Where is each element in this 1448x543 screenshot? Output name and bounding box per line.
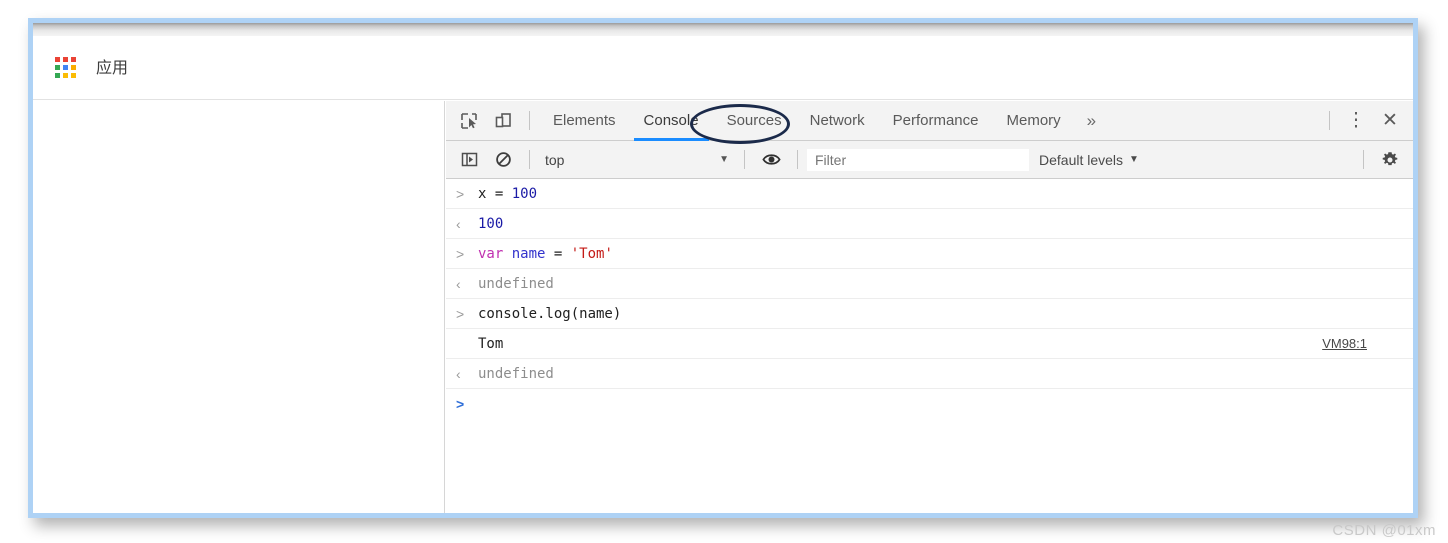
devtools-panel: Elements Console Sources Network Perform… [446,101,1413,513]
source-link[interactable]: VM98:1 [1322,336,1367,351]
apps-grid-icon[interactable] [55,57,76,78]
tab-label: Memory [1006,112,1061,129]
tab-elements[interactable]: Elements [539,101,630,141]
more-options-menu-icon[interactable]: ⋮ [1339,104,1373,138]
apps-bookmark-label[interactable]: 应用 [96,59,128,76]
device-toolbar-icon[interactable] [486,104,520,138]
console-row[interactable]: > var name = 'Tom' [446,239,1413,269]
execution-context-value: top [545,151,565,168]
row-content: undefined [478,275,554,292]
row-content: x = 100 [478,185,538,202]
row-content: console.log(name) [478,305,622,322]
log-levels-value: Default levels [1039,151,1124,168]
row-gutter-icon: ‹ [456,275,461,292]
console-row[interactable]: > console.log(name) [446,299,1413,329]
chevron-down-icon: ▼ [1129,154,1139,165]
settings-gear-icon[interactable] [1373,143,1407,177]
clear-console-icon[interactable] [486,143,520,177]
close-devtools-icon[interactable]: ✕ [1373,104,1407,138]
tab-memory[interactable]: Memory [993,101,1075,141]
browser-window: 应用 Elements Console Sources Network Perf… [28,18,1418,518]
row-content: 100 [478,215,504,232]
inspect-element-icon[interactable] [452,104,486,138]
chevron-down-icon: ▼ [719,154,729,165]
row-gutter-icon: > [456,185,465,202]
tab-label: Console [643,112,699,129]
filter-input[interactable] [807,148,1029,171]
filterbar-divider-1 [529,150,530,169]
browser-chrome-strip [33,23,1413,36]
filterbar-divider-4 [1363,150,1364,169]
row-gutter-icon: ‹ [456,215,461,232]
console-output[interactable]: > x = 100 ‹ 100 > var name = 'Tom' ‹ und… [446,179,1413,513]
bookmarks-bar: 应用 [33,36,1413,100]
console-row[interactable]: > x = 100 [446,179,1413,209]
console-row[interactable]: ‹ undefined [446,359,1413,389]
toolbar-divider [529,111,530,130]
tab-console[interactable]: Console [630,101,713,141]
more-tabs-icon[interactable]: » [1075,101,1108,141]
filterbar-divider-3 [797,150,798,169]
row-gutter-icon: ‹ [456,365,461,382]
console-row[interactable]: ‹ 100 [446,209,1413,239]
filterbar-divider-2 [744,150,745,169]
console-prompt-row[interactable]: > [446,389,1413,419]
row-content: undefined [478,365,554,382]
tab-label: Elements [553,112,616,129]
console-sidebar-icon[interactable] [452,143,486,177]
console-row[interactable]: Tom VM98:1 [446,329,1413,359]
prompt-caret-icon: > [456,396,465,412]
live-expression-eye-icon[interactable] [754,143,788,177]
console-filter-toolbar: top ▼ Default levels ▼ [446,141,1413,179]
row-content: var name = 'Tom' [478,245,613,262]
devtools-tabbar: Elements Console Sources Network Perform… [446,101,1413,144]
row-gutter-icon: > [456,245,465,262]
log-levels-select[interactable]: Default levels ▼ [1029,152,1149,168]
row-content: Tom [478,335,504,352]
tab-label: Network [809,112,865,129]
tab-label: Performance [892,112,979,129]
tab-performance[interactable]: Performance [879,101,993,141]
tab-network[interactable]: Network [796,101,879,141]
page-viewport [33,101,445,513]
screenshot-root: 应用 Elements Console Sources Network Perf… [0,0,1448,543]
tab-label: Sources [726,112,782,129]
toolbar-divider-right [1329,111,1330,130]
watermark: CSDN @01xm [1332,522,1436,539]
execution-context-select[interactable]: top ▼ [539,148,735,172]
row-gutter-icon: > [456,305,465,322]
console-row[interactable]: ‹ undefined [446,269,1413,299]
tab-sources[interactable]: Sources [713,101,796,141]
